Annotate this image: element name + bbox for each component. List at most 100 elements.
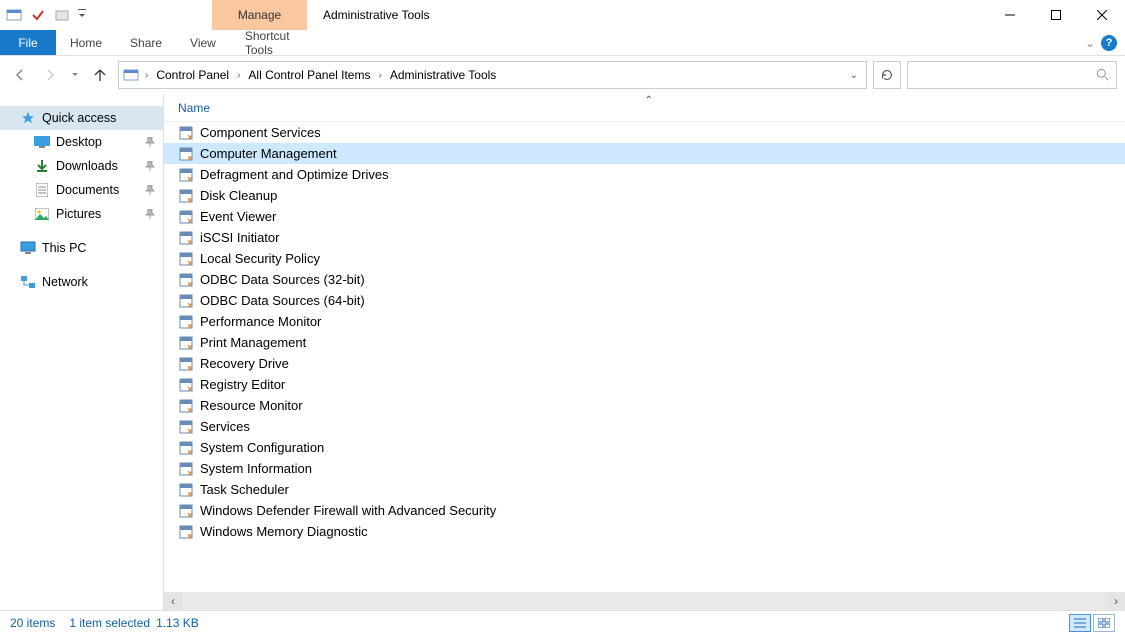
file-row[interactable]: Print Management (164, 332, 1125, 353)
sidebar-item-quick-access[interactable]: Quick access (0, 106, 163, 130)
file-row[interactable]: System Information (164, 458, 1125, 479)
file-row[interactable]: Defragment and Optimize Drives (164, 164, 1125, 185)
sidebar-item-label: Pictures (56, 207, 101, 221)
minimize-button[interactable] (987, 0, 1033, 30)
tab-label: View (190, 36, 216, 50)
sidebar-item-this-pc[interactable]: This PC (0, 236, 163, 260)
chevron-right-icon[interactable]: › (376, 70, 383, 81)
file-row[interactable]: Windows Defender Firewall with Advanced … (164, 500, 1125, 521)
file-row[interactable]: Registry Editor (164, 374, 1125, 395)
shortcut-icon (178, 230, 194, 246)
shortcut-icon (178, 335, 194, 351)
file-name: Local Security Policy (200, 251, 320, 266)
file-name: Defragment and Optimize Drives (200, 167, 389, 182)
file-list[interactable]: Component Services Computer Management Def… (164, 122, 1125, 592)
app-icon[interactable] (4, 5, 24, 25)
scroll-right-button[interactable]: › (1107, 592, 1125, 610)
search-input[interactable] (907, 61, 1117, 89)
search-icon (1096, 68, 1110, 82)
view-toggles (1069, 614, 1115, 632)
tab-view[interactable]: View (176, 30, 230, 55)
file-row[interactable]: Services (164, 416, 1125, 437)
sidebar-item-documents[interactable]: Documents (0, 178, 163, 202)
new-folder-icon[interactable] (52, 5, 72, 25)
status-size: 1.13 KB (156, 616, 199, 630)
sidebar-item-label: Quick access (42, 111, 116, 125)
sidebar-item-label: This PC (42, 241, 86, 255)
file-name: Computer Management (200, 146, 337, 161)
qat-dropdown-icon[interactable] (76, 5, 88, 25)
tab-label: Shortcut Tools (245, 29, 310, 57)
column-header-name[interactable]: Name (178, 101, 210, 115)
sidebar-item-pictures[interactable]: Pictures (0, 202, 163, 226)
sidebar-item-label: Desktop (56, 135, 102, 149)
recent-locations-button[interactable] (68, 63, 82, 87)
tab-home[interactable]: Home (56, 30, 116, 55)
sidebar-item-label: Downloads (56, 159, 118, 173)
sidebar-item-network[interactable]: Network (0, 270, 163, 294)
file-name: ODBC Data Sources (32-bit) (200, 272, 365, 287)
file-row[interactable]: Disk Cleanup (164, 185, 1125, 206)
maximize-button[interactable] (1033, 0, 1079, 30)
breadcrumb-item[interactable]: Control Panel (154, 68, 231, 82)
back-button[interactable] (8, 63, 32, 87)
pin-icon (145, 185, 155, 195)
address-bar[interactable]: › Control Panel › All Control Panel Item… (118, 61, 867, 89)
navigation-bar: › Control Panel › All Control Panel Item… (0, 56, 1125, 94)
pin-icon (145, 137, 155, 147)
shortcut-icon (178, 167, 194, 183)
help-icon[interactable]: ? (1101, 35, 1117, 51)
shortcut-icon (178, 503, 194, 519)
file-row[interactable]: Windows Memory Diagnostic (164, 521, 1125, 542)
scroll-track[interactable] (182, 592, 1107, 610)
content-pane: Name ⌃ Component Services Computer Manage… (164, 94, 1125, 610)
file-row[interactable]: Local Security Policy (164, 248, 1125, 269)
file-row[interactable]: Resource Monitor (164, 395, 1125, 416)
address-dropdown-icon[interactable]: ⌄ (850, 70, 858, 81)
horizontal-scrollbar[interactable]: ‹ › (164, 592, 1125, 610)
file-name: Component Services (200, 125, 321, 140)
breadcrumb-item[interactable]: Administrative Tools (388, 68, 499, 82)
properties-icon[interactable] (28, 5, 48, 25)
scroll-left-button[interactable]: ‹ (164, 592, 182, 610)
tab-share[interactable]: Share (116, 30, 176, 55)
file-row[interactable]: System Configuration (164, 437, 1125, 458)
file-row[interactable]: Performance Monitor (164, 311, 1125, 332)
title-bar-center: Manage Administrative Tools (92, 0, 987, 30)
up-button[interactable] (88, 63, 112, 87)
desktop-icon (34, 134, 50, 150)
thumbnails-view-button[interactable] (1093, 614, 1115, 632)
pc-icon (20, 240, 36, 256)
file-row[interactable]: Event Viewer (164, 206, 1125, 227)
sidebar-item-desktop[interactable]: Desktop (0, 130, 163, 154)
file-row[interactable]: Recovery Drive (164, 353, 1125, 374)
file-name: Resource Monitor (200, 398, 303, 413)
file-row[interactable]: Task Scheduler (164, 479, 1125, 500)
tab-shortcut-tools[interactable]: Shortcut Tools (230, 30, 325, 55)
close-button[interactable] (1079, 0, 1125, 30)
file-row[interactable]: iSCSI Initiator (164, 227, 1125, 248)
sidebar-item-downloads[interactable]: Downloads (0, 154, 163, 178)
details-view-button[interactable] (1069, 614, 1091, 632)
star-icon (20, 110, 36, 126)
quick-access-toolbar (0, 0, 92, 30)
file-row[interactable]: Component Services (164, 122, 1125, 143)
breadcrumb-item[interactable]: All Control Panel Items (246, 68, 372, 82)
shortcut-icon (178, 461, 194, 477)
file-name: Recovery Drive (200, 356, 289, 371)
refresh-button[interactable] (873, 61, 901, 89)
expand-ribbon-icon[interactable]: ⌄ (1085, 36, 1095, 50)
file-row[interactable]: ODBC Data Sources (32-bit) (164, 269, 1125, 290)
forward-button[interactable] (38, 63, 62, 87)
navigation-pane: Quick access Desktop Downloads Documents Pi… (0, 94, 164, 610)
shortcut-icon (178, 125, 194, 141)
file-tab[interactable]: File (0, 30, 56, 55)
body: Quick access Desktop Downloads Documents Pi… (0, 94, 1125, 610)
file-row[interactable]: Computer Management (164, 143, 1125, 164)
location-icon (123, 67, 139, 83)
file-row[interactable]: ODBC Data Sources (64-bit) (164, 290, 1125, 311)
column-header-row: Name ⌃ (164, 94, 1125, 122)
chevron-right-icon[interactable]: › (143, 70, 150, 81)
quick-access-group: Quick access Desktop Downloads Documents Pi… (0, 106, 163, 226)
chevron-right-icon[interactable]: › (235, 70, 242, 81)
